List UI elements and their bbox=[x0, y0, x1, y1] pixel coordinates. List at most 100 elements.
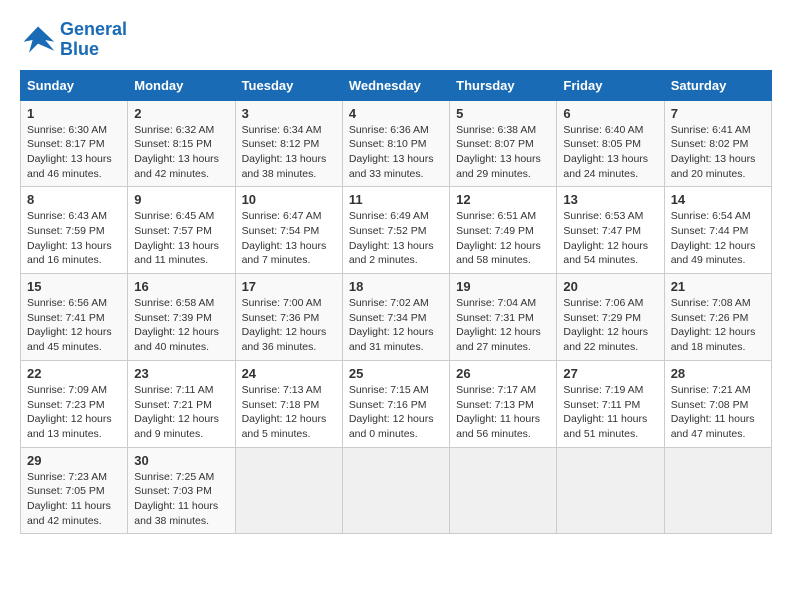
day-info: Sunrise: 6:38 AM Sunset: 8:07 PM Dayligh… bbox=[456, 123, 550, 182]
day-info: Sunrise: 7:08 AM Sunset: 7:26 PM Dayligh… bbox=[671, 296, 765, 355]
day-number: 10 bbox=[242, 192, 336, 207]
day-number: 12 bbox=[456, 192, 550, 207]
day-number: 27 bbox=[563, 366, 657, 381]
day-cell-22: 22Sunrise: 7:09 AM Sunset: 7:23 PM Dayli… bbox=[21, 360, 128, 447]
day-info: Sunrise: 6:43 AM Sunset: 7:59 PM Dayligh… bbox=[27, 209, 121, 268]
day-info: Sunrise: 7:25 AM Sunset: 7:03 PM Dayligh… bbox=[134, 470, 228, 529]
day-cell-30: 30 Sunrise: 7:25 AM Sunset: 7:03 PM Dayli… bbox=[128, 447, 235, 534]
day-cell-6: 6 Sunrise: 6:40 AM Sunset: 8:05 PM Daylig… bbox=[557, 100, 664, 187]
day-info: Sunrise: 7:21 AM Sunset: 7:08 PM Dayligh… bbox=[671, 383, 765, 442]
day-number: 5 bbox=[456, 106, 550, 121]
day-cell-20: 20Sunrise: 7:06 AM Sunset: 7:29 PM Dayli… bbox=[557, 274, 664, 361]
day-number: 15 bbox=[27, 279, 121, 294]
day-number: 23 bbox=[134, 366, 228, 381]
day-cell-28: 28Sunrise: 7:21 AM Sunset: 7:08 PM Dayli… bbox=[664, 360, 771, 447]
logo: GeneralBlue bbox=[20, 20, 127, 60]
day-number: 9 bbox=[134, 192, 228, 207]
day-info: Sunrise: 7:23 AM Sunset: 7:05 PM Dayligh… bbox=[27, 470, 121, 529]
day-number: 26 bbox=[456, 366, 550, 381]
day-cell-16: 16 Sunrise: 6:58 AM Sunset: 7:39 PM Dayli… bbox=[128, 274, 235, 361]
day-number: 4 bbox=[349, 106, 443, 121]
day-info: Sunrise: 7:02 AM Sunset: 7:34 PM Dayligh… bbox=[349, 296, 443, 355]
day-number: 14 bbox=[671, 192, 765, 207]
day-cell-27: 27 Sunrise: 7:19 AM Sunset: 7:11 PM Dayli… bbox=[557, 360, 664, 447]
day-cell-11: 11 Sunrise: 6:49 AM Sunset: 7:52 PM Dayli… bbox=[342, 187, 449, 274]
week-row-5: 29 Sunrise: 7:23 AM Sunset: 7:05 PM Dayli… bbox=[21, 447, 772, 534]
day-cell-4: 4 Sunrise: 6:36 AM Sunset: 8:10 PM Daylig… bbox=[342, 100, 449, 187]
day-header-saturday: Saturday bbox=[664, 70, 771, 100]
day-info: Sunrise: 6:58 AM Sunset: 7:39 PM Dayligh… bbox=[134, 296, 228, 355]
day-number: 1 bbox=[27, 106, 121, 121]
day-number: 6 bbox=[563, 106, 657, 121]
empty-cell bbox=[450, 447, 557, 534]
day-info: Sunrise: 6:54 AM Sunset: 7:44 PM Dayligh… bbox=[671, 209, 765, 268]
day-number: 30 bbox=[134, 453, 228, 468]
day-info: Sunrise: 6:40 AM Sunset: 8:05 PM Dayligh… bbox=[563, 123, 657, 182]
day-info: Sunrise: 6:41 AM Sunset: 8:02 PM Dayligh… bbox=[671, 123, 765, 182]
day-info: Sunrise: 7:17 AM Sunset: 7:13 PM Dayligh… bbox=[456, 383, 550, 442]
day-cell-14: 14 Sunrise: 6:54 AM Sunset: 7:44 PM Dayli… bbox=[664, 187, 771, 274]
day-cell-18: 18 Sunrise: 7:02 AM Sunset: 7:34 PM Dayli… bbox=[342, 274, 449, 361]
day-info: Sunrise: 6:49 AM Sunset: 7:52 PM Dayligh… bbox=[349, 209, 443, 268]
day-number: 21 bbox=[671, 279, 765, 294]
day-cell-8: 8 Sunrise: 6:43 AM Sunset: 7:59 PM Daylig… bbox=[21, 187, 128, 274]
week-row-1: 1 Sunrise: 6:30 AM Sunset: 8:17 PM Daylig… bbox=[21, 100, 772, 187]
day-cell-19: 19Sunrise: 7:04 AM Sunset: 7:31 PM Dayli… bbox=[450, 274, 557, 361]
day-header-sunday: Sunday bbox=[21, 70, 128, 100]
day-number: 19 bbox=[456, 279, 550, 294]
day-cell-15: 15 Sunrise: 6:56 AM Sunset: 7:41 PM Dayli… bbox=[21, 274, 128, 361]
day-cell-21: 21 Sunrise: 7:08 AM Sunset: 7:26 PM Dayli… bbox=[664, 274, 771, 361]
day-info: Sunrise: 6:34 AM Sunset: 8:12 PM Dayligh… bbox=[242, 123, 336, 182]
page-header: GeneralBlue bbox=[20, 20, 772, 60]
day-cell-26: 26 Sunrise: 7:17 AM Sunset: 7:13 PM Dayli… bbox=[450, 360, 557, 447]
day-info: Sunrise: 6:47 AM Sunset: 7:54 PM Dayligh… bbox=[242, 209, 336, 268]
day-header-tuesday: Tuesday bbox=[235, 70, 342, 100]
day-cell-9: 9 Sunrise: 6:45 AM Sunset: 7:57 PM Daylig… bbox=[128, 187, 235, 274]
day-number: 20 bbox=[563, 279, 657, 294]
day-cell-29: 29 Sunrise: 7:23 AM Sunset: 7:05 PM Dayli… bbox=[21, 447, 128, 534]
logo-text: GeneralBlue bbox=[60, 20, 127, 60]
day-header-friday: Friday bbox=[557, 70, 664, 100]
day-number: 11 bbox=[349, 192, 443, 207]
day-info: Sunrise: 6:53 AM Sunset: 7:47 PM Dayligh… bbox=[563, 209, 657, 268]
day-number: 13 bbox=[563, 192, 657, 207]
calendar-table: SundayMondayTuesdayWednesdayThursdayFrid… bbox=[20, 70, 772, 535]
empty-cell bbox=[235, 447, 342, 534]
day-info: Sunrise: 7:19 AM Sunset: 7:11 PM Dayligh… bbox=[563, 383, 657, 442]
day-number: 2 bbox=[134, 106, 228, 121]
day-info: Sunrise: 6:36 AM Sunset: 8:10 PM Dayligh… bbox=[349, 123, 443, 182]
day-header-wednesday: Wednesday bbox=[342, 70, 449, 100]
day-number: 7 bbox=[671, 106, 765, 121]
day-number: 29 bbox=[27, 453, 121, 468]
day-info: Sunrise: 6:45 AM Sunset: 7:57 PM Dayligh… bbox=[134, 209, 228, 268]
day-header-monday: Monday bbox=[128, 70, 235, 100]
week-row-2: 8 Sunrise: 6:43 AM Sunset: 7:59 PM Daylig… bbox=[21, 187, 772, 274]
week-row-4: 22Sunrise: 7:09 AM Sunset: 7:23 PM Dayli… bbox=[21, 360, 772, 447]
day-number: 18 bbox=[349, 279, 443, 294]
day-cell-1: 1 Sunrise: 6:30 AM Sunset: 8:17 PM Daylig… bbox=[21, 100, 128, 187]
days-header-row: SundayMondayTuesdayWednesdayThursdayFrid… bbox=[21, 70, 772, 100]
day-info: Sunrise: 7:15 AM Sunset: 7:16 PM Dayligh… bbox=[349, 383, 443, 442]
day-info: Sunrise: 7:11 AM Sunset: 7:21 PM Dayligh… bbox=[134, 383, 228, 442]
day-cell-24: 24 Sunrise: 7:13 AM Sunset: 7:18 PM Dayli… bbox=[235, 360, 342, 447]
day-info: Sunrise: 7:00 AM Sunset: 7:36 PM Dayligh… bbox=[242, 296, 336, 355]
day-cell-5: 5 Sunrise: 6:38 AM Sunset: 8:07 PM Daylig… bbox=[450, 100, 557, 187]
day-number: 17 bbox=[242, 279, 336, 294]
day-cell-25: 25Sunrise: 7:15 AM Sunset: 7:16 PM Dayli… bbox=[342, 360, 449, 447]
day-info: Sunrise: 6:30 AM Sunset: 8:17 PM Dayligh… bbox=[27, 123, 121, 182]
day-cell-12: 12 Sunrise: 6:51 AM Sunset: 7:49 PM Dayli… bbox=[450, 187, 557, 274]
day-number: 24 bbox=[242, 366, 336, 381]
day-number: 16 bbox=[134, 279, 228, 294]
day-info: Sunrise: 7:09 AM Sunset: 7:23 PM Dayligh… bbox=[27, 383, 121, 442]
day-info: Sunrise: 6:56 AM Sunset: 7:41 PM Dayligh… bbox=[27, 296, 121, 355]
day-info: Sunrise: 7:13 AM Sunset: 7:18 PM Dayligh… bbox=[242, 383, 336, 442]
empty-cell bbox=[664, 447, 771, 534]
empty-cell bbox=[342, 447, 449, 534]
day-cell-2: 2Sunrise: 6:32 AM Sunset: 8:15 PM Daylig… bbox=[128, 100, 235, 187]
week-row-3: 15 Sunrise: 6:56 AM Sunset: 7:41 PM Dayli… bbox=[21, 274, 772, 361]
day-info: Sunrise: 6:51 AM Sunset: 7:49 PM Dayligh… bbox=[456, 209, 550, 268]
day-number: 8 bbox=[27, 192, 121, 207]
day-cell-3: 3Sunrise: 6:34 AM Sunset: 8:12 PM Daylig… bbox=[235, 100, 342, 187]
empty-cell bbox=[557, 447, 664, 534]
day-cell-13: 13 Sunrise: 6:53 AM Sunset: 7:47 PM Dayli… bbox=[557, 187, 664, 274]
